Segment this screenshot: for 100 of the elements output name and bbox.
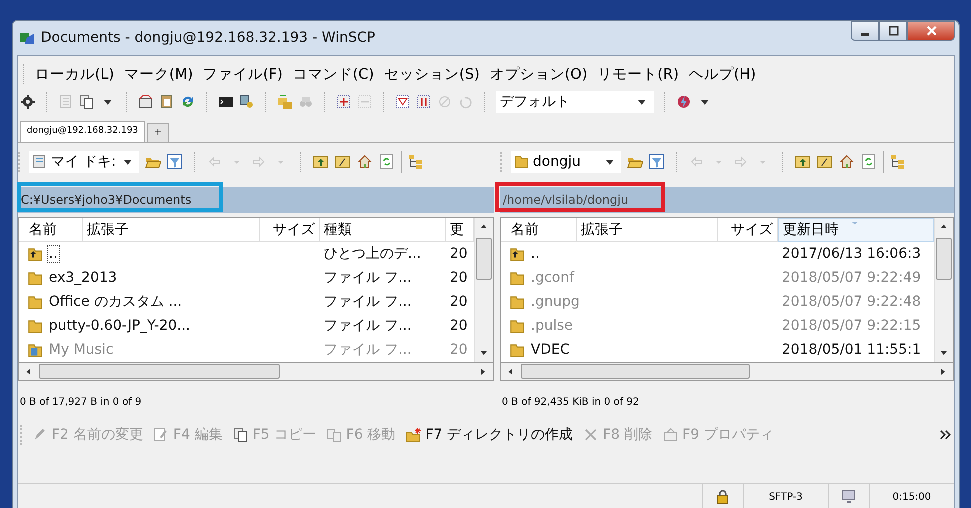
menu-item[interactable]: セッション(S) bbox=[379, 64, 485, 84]
file-name[interactable]: ex3_2013 bbox=[48, 270, 118, 286]
parent-folder-icon bbox=[27, 246, 44, 262]
vertical-scrollbar[interactable] bbox=[934, 218, 953, 362]
plus-icon[interactable] bbox=[336, 94, 352, 110]
vertical-scrollbar[interactable] bbox=[474, 218, 493, 362]
menu-item[interactable]: リモート(R) bbox=[592, 64, 684, 84]
folder-icon bbox=[27, 294, 44, 310]
pencil-icon bbox=[32, 427, 48, 443]
file-name[interactable]: .pulse bbox=[530, 318, 574, 334]
path-text: C:¥Users¥joho3¥Documents bbox=[21, 193, 192, 207]
path-text: /home/vlsilab/dongju bbox=[503, 193, 629, 207]
column-header[interactable]: 拡張子 bbox=[577, 218, 718, 242]
file-name[interactable]: .. bbox=[530, 246, 541, 262]
modified-date: 2018/05/07 9:22:49 bbox=[782, 270, 922, 286]
file-type: ひとつ上のデ... bbox=[324, 245, 422, 263]
modified-date: 20 bbox=[450, 342, 468, 358]
horizontal-scrollbar[interactable] bbox=[18, 363, 494, 381]
horizontal-scrollbar[interactable] bbox=[500, 363, 954, 381]
parent-folder-icon bbox=[509, 246, 526, 262]
tree-icon[interactable] bbox=[890, 154, 906, 170]
elapsed-time: 0:15:00 bbox=[892, 492, 932, 502]
root-folder-icon[interactable] bbox=[335, 154, 351, 170]
column-header[interactable]: 拡張子 bbox=[83, 218, 260, 242]
file-name[interactable]: Office のカスタム ... bbox=[48, 293, 184, 311]
refresh-icon[interactable] bbox=[861, 154, 877, 170]
file-name[interactable]: putty-0.60-JP_Y-20... bbox=[48, 318, 192, 334]
file-name[interactable]: .gnupg bbox=[530, 294, 581, 310]
file-name[interactable]: .gconf bbox=[530, 270, 576, 286]
gear-icon[interactable] bbox=[20, 94, 36, 110]
new-folder-icon bbox=[406, 427, 422, 443]
close-button[interactable] bbox=[907, 21, 955, 41]
clipboard-icon[interactable] bbox=[159, 94, 175, 110]
modified-date: 2018/05/07 9:22:15 bbox=[782, 318, 922, 334]
selection-status: 0 B of 92,435 KiB in 0 of 92 bbox=[501, 396, 640, 410]
menu-item[interactable]: マーク(M) bbox=[119, 64, 198, 84]
parent-folder-icon[interactable] bbox=[313, 154, 329, 170]
column-header[interactable]: 名前 bbox=[19, 218, 83, 242]
monitor-icon bbox=[841, 489, 857, 505]
delete-icon bbox=[583, 427, 600, 443]
session-tab[interactable]: dongju@192.168.32.193 bbox=[20, 121, 146, 142]
modified-date: 20 bbox=[450, 294, 468, 310]
file-type: ファイル フ... bbox=[324, 317, 412, 335]
refresh-icon[interactable] bbox=[180, 94, 196, 110]
scroll-thumb[interactable] bbox=[476, 238, 492, 280]
column-header[interactable]: サイズ bbox=[260, 218, 320, 242]
home-icon[interactable] bbox=[357, 154, 373, 170]
scroll-thumb[interactable] bbox=[521, 364, 750, 379]
filter-icon[interactable] bbox=[395, 94, 411, 110]
menu-item[interactable]: ローカル(L) bbox=[30, 64, 120, 84]
folder-icon bbox=[509, 318, 526, 334]
document-icon bbox=[32, 154, 48, 170]
folder-icon bbox=[27, 318, 44, 334]
column-header[interactable]: 更新日時 bbox=[778, 218, 934, 242]
menu-item[interactable]: ヘルプ(H) bbox=[684, 64, 762, 84]
lock-icon bbox=[715, 489, 731, 505]
folders-icon[interactable] bbox=[277, 94, 293, 110]
modified-date: 2018/05/01 11:55:1 bbox=[782, 342, 922, 358]
column-header[interactable]: 種類 bbox=[320, 218, 446, 242]
column-header[interactable]: サイズ bbox=[718, 218, 778, 242]
menu-item[interactable]: オプション(O) bbox=[484, 64, 593, 84]
parent-folder-icon[interactable] bbox=[795, 154, 811, 170]
profile-dropdown[interactable]: デフォルト bbox=[496, 91, 654, 113]
file-name[interactable]: .. bbox=[48, 246, 59, 262]
move-icon bbox=[326, 427, 342, 443]
file-name[interactable]: VDEC bbox=[530, 342, 571, 358]
home-icon[interactable] bbox=[839, 154, 855, 170]
command-button[interactable]: F7 ディレクトリの作成 bbox=[402, 426, 576, 444]
refresh-icon[interactable] bbox=[379, 154, 395, 170]
filter-icon[interactable] bbox=[167, 154, 183, 170]
scroll-thumb[interactable] bbox=[39, 364, 280, 379]
folder-icon bbox=[509, 294, 526, 310]
terminal-icon[interactable] bbox=[218, 94, 234, 110]
file-type: ファイル フ... bbox=[324, 293, 412, 311]
folder-icon bbox=[509, 342, 526, 358]
copy-icon bbox=[232, 427, 249, 443]
session-tab[interactable]: + bbox=[147, 123, 169, 142]
menu-item[interactable]: コマンド(C) bbox=[288, 64, 380, 84]
box-icon[interactable] bbox=[138, 94, 154, 110]
edit-icon bbox=[153, 427, 170, 443]
location-dropdown[interactable]: dongju bbox=[511, 151, 621, 173]
minimize-button[interactable] bbox=[851, 21, 879, 41]
root-folder-icon[interactable] bbox=[817, 154, 833, 170]
tree-icon[interactable] bbox=[408, 154, 424, 170]
column-header[interactable]: 名前 bbox=[501, 218, 577, 242]
file-name[interactable]: My Music bbox=[48, 342, 115, 358]
scroll-thumb[interactable] bbox=[936, 238, 952, 280]
maximize-button[interactable] bbox=[879, 21, 907, 41]
minimize-icon bbox=[861, 32, 869, 36]
app-icon bbox=[19, 30, 35, 46]
pages-icon[interactable] bbox=[79, 94, 95, 110]
modified-date: 20 bbox=[450, 318, 468, 334]
filter-icon[interactable] bbox=[649, 154, 665, 170]
lightning-globe-icon[interactable] bbox=[676, 94, 692, 110]
menu-item[interactable]: ファイル(F) bbox=[198, 64, 288, 84]
location-dropdown[interactable]: マイ ドキ: bbox=[29, 151, 139, 173]
column-header[interactable]: 更 bbox=[446, 218, 474, 242]
protocol-label: SFTP-3 bbox=[769, 492, 803, 502]
folder-icon bbox=[509, 270, 526, 286]
file-type: ファイル フ... bbox=[324, 269, 412, 287]
